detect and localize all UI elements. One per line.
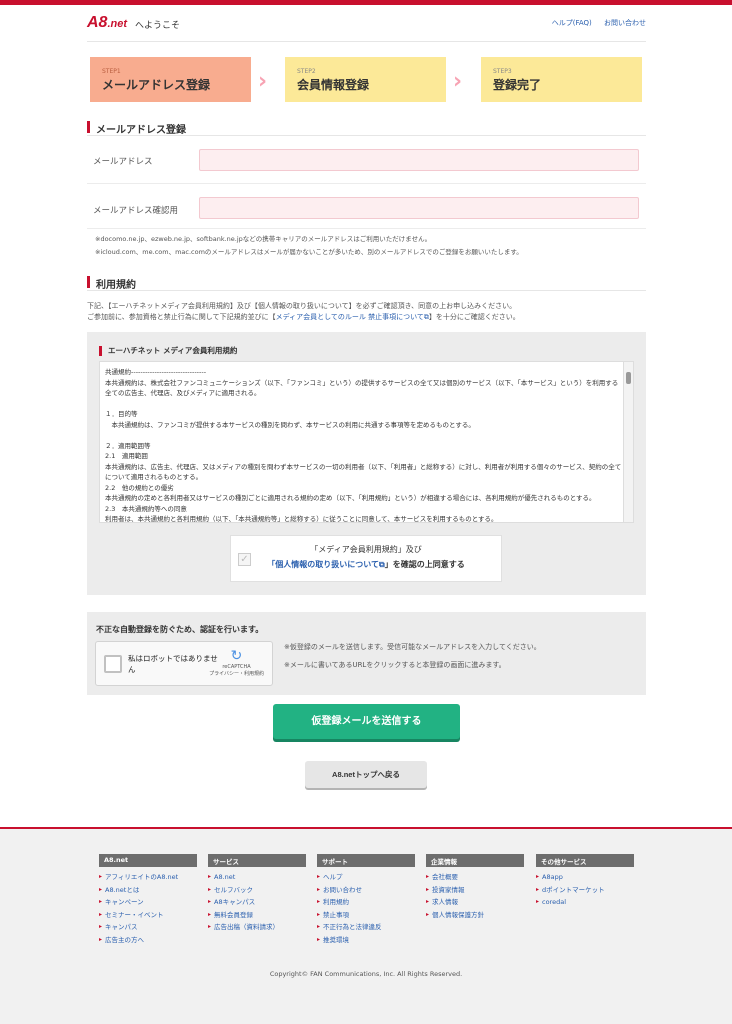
site-header: A8.net へようこそ ヘルプ(FAQ) お問い合わせ: [87, 12, 646, 42]
footer-link[interactable]: dポイントマーケット: [536, 884, 634, 897]
terms-section-heading: 利用規約: [87, 275, 646, 291]
welcome-text: へようこそ: [135, 21, 181, 31]
agree-text-line1: 「メディア会員利用規約」及び: [310, 545, 422, 554]
recaptcha-privacy-link[interactable]: プライバシー・利用規約: [209, 671, 264, 677]
footer-link[interactable]: 個人情報保護方針: [426, 909, 524, 922]
send-registration-email-button[interactable]: 仮登録メールを送信する: [273, 704, 460, 739]
back-to-top-button[interactable]: A8.netトップへ戻る: [305, 761, 427, 788]
contact-link[interactable]: お問い合わせ: [604, 19, 646, 27]
top-accent-bar: [0, 0, 732, 5]
email-label: メールアドレス: [93, 157, 153, 167]
footer-link[interactable]: お問い合わせ: [317, 884, 415, 897]
heading-accent: [87, 121, 90, 133]
terms-panel: エーハチネット メディア会員利用規約 共通規約-----------------…: [87, 332, 646, 595]
footer-link[interactable]: キャンパス: [99, 921, 197, 934]
site-footer: A8.net アフィリエイトのA8.net A8.netとは キャンペーン セミ…: [0, 827, 732, 1024]
footer-link[interactable]: 無料会員登録: [208, 909, 306, 922]
footer-link[interactable]: キャンペーン: [99, 896, 197, 909]
email-confirm-row: メールアドレス確認用: [87, 184, 646, 229]
agree-box: ✓ 「メディア会員利用規約」及び 「個人情報の取り扱いについて⧉」を確認の上同意…: [230, 535, 502, 582]
email-input[interactable]: [199, 149, 639, 171]
step-progress: STEP1 メールアドレス登録 › STEP2 会員情報登録 › STEP3 登…: [90, 57, 642, 102]
footer-link[interactable]: 利用規約: [317, 896, 415, 909]
step-2: STEP2 会員情報登録: [285, 57, 446, 102]
footer-link[interactable]: A8.net: [208, 871, 306, 884]
email-confirm-label: メールアドレス確認用: [93, 206, 179, 216]
footer-link[interactable]: A8キャンパス: [208, 896, 306, 909]
footer-col-service: サービス A8.net セルフバック A8キャンパス 無料会員登録 広告出稿（資…: [208, 854, 306, 934]
footer-col-other: その他サービス A8app dポイントマーケット coredal: [536, 854, 634, 909]
footer-link[interactable]: 広告主の方へ: [99, 934, 197, 947]
step-arrow-icon: ›: [258, 69, 268, 94]
captcha-note-2: ※メールに書いてあるURLをクリックすると本登録の画面に進みます。: [284, 661, 506, 669]
a8-logo[interactable]: A8.net: [87, 14, 127, 32]
footer-link[interactable]: セミナー・イベント: [99, 909, 197, 922]
captcha-note-1: ※仮登録のメールを送信します。受信可能なメールアドレスを入力してください。: [284, 643, 541, 651]
terms-scrollbar[interactable]: [623, 362, 633, 522]
step-1: STEP1 メールアドレス登録: [90, 57, 251, 102]
footer-link[interactable]: 広告出稿（資料請求）: [208, 921, 306, 934]
scrollbar-thumb[interactable]: [626, 372, 631, 384]
heading-accent: [87, 276, 90, 288]
footer-col-a8net: A8.net アフィリエイトのA8.net A8.netとは キャンペーン セミ…: [99, 854, 197, 946]
footer-link[interactable]: 投資家情報: [426, 884, 524, 897]
footer-link[interactable]: coredal: [536, 896, 634, 909]
email-confirm-input[interactable]: [199, 197, 639, 219]
footer-col-support: サポート ヘルプ お問い合わせ 利用規約 禁止事項 不正行為と法律違反 推奨環境: [317, 854, 415, 946]
captcha-panel: 不正な自動登録を防ぐため、認証を行います。 私はロボットではありません ↻ re…: [87, 612, 646, 695]
step-arrow-icon: ›: [453, 69, 463, 94]
footer-link[interactable]: アフィリエイトのA8.net: [99, 871, 197, 884]
icloud-note: ※icloud.com、me.com、mac.comのメールアドレスはメールが届…: [95, 248, 523, 256]
footer-link[interactable]: 不正行為と法律違反: [317, 921, 415, 934]
terms-panel-title: エーハチネット メディア会員利用規約: [99, 346, 237, 356]
recaptcha-widget: 私はロボットではありません ↻ reCAPTCHA プライバシー・利用規約: [95, 641, 273, 686]
footer-link[interactable]: A8app: [536, 871, 634, 884]
carrier-note: ※docomo.ne.jp、ezweb.ne.jp、softbank.ne.jp…: [95, 235, 432, 243]
step-3: STEP3 登録完了: [481, 57, 642, 102]
footer-link[interactable]: 禁止事項: [317, 909, 415, 922]
email-section-heading: メールアドレス登録: [87, 120, 646, 136]
footer-link[interactable]: 求人情報: [426, 896, 524, 909]
recaptcha-checkbox[interactable]: [104, 655, 122, 673]
recaptcha-label: 私はロボットではありません: [128, 654, 218, 674]
privacy-link[interactable]: 「個人情報の取り扱いについて: [267, 560, 379, 569]
footer-col-company: 企業情報 会社概要 投資家情報 求人情報 個人情報保護方針: [426, 854, 524, 921]
recaptcha-brand: ↻ reCAPTCHA プライバシー・利用規約: [209, 648, 264, 677]
terms-description: 下記、【エーハチネットメディア会員利用規約】及び【個人情報の取り扱いについて】を…: [87, 302, 520, 321]
captcha-title: 不正な自動登録を防ぐため、認証を行います。: [96, 625, 264, 634]
footer-link[interactable]: 推奨環境: [317, 934, 415, 947]
footer-link[interactable]: ヘルプ: [317, 871, 415, 884]
footer-link[interactable]: A8.netとは: [99, 884, 197, 897]
terms-textarea[interactable]: 共通規約-------------------------------- 本共通…: [99, 361, 634, 523]
email-row: メールアドレス: [87, 140, 646, 184]
rules-link[interactable]: メディア会員としてのルール 禁止事項について: [276, 313, 424, 321]
recaptcha-icon: ↻: [230, 648, 243, 664]
footer-link[interactable]: セルフバック: [208, 884, 306, 897]
header-links: ヘルプ(FAQ) お問い合わせ: [542, 18, 646, 28]
footer-link[interactable]: 会社概要: [426, 871, 524, 884]
copyright: Copyright© FAN Communications, Inc. All …: [269, 970, 463, 978]
help-link[interactable]: ヘルプ(FAQ): [552, 19, 592, 27]
agree-text-line2: 「個人情報の取り扱いについて⧉」を確認の上同意する: [267, 560, 465, 569]
